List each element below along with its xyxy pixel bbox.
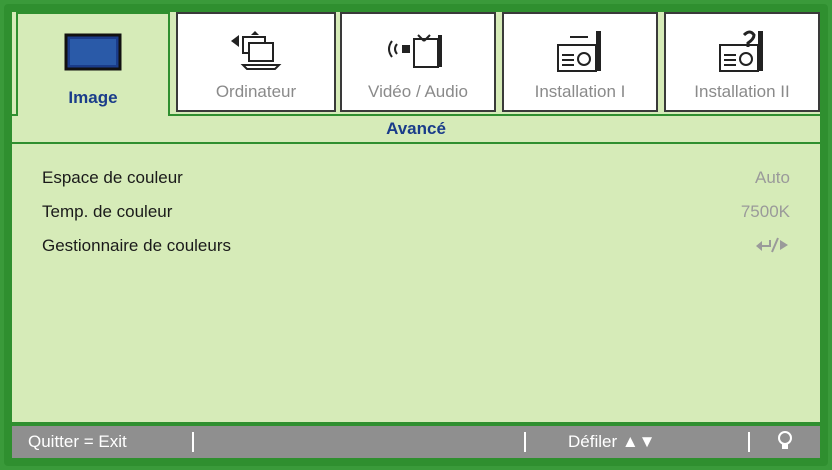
tab-label: Installation I <box>534 82 626 101</box>
setting-label: Gestionnaire de couleurs <box>42 236 232 255</box>
computer-icon <box>231 31 282 70</box>
tab-label: Ordinateur <box>215 82 297 101</box>
setting-value: Auto <box>755 168 790 187</box>
separator <box>748 432 750 452</box>
setting-temp-couleur[interactable]: Temp. de couleur 7500K <box>42 198 794 226</box>
lightbulb-icon[interactable] <box>776 430 794 457</box>
tab-label: Installation II <box>694 82 790 101</box>
footer-bar: Quitter = Exit Défiler ▲▼ <box>12 426 820 458</box>
exit-hint: Quitter = Exit <box>28 432 127 451</box>
tab-label: Image <box>68 88 118 107</box>
separator <box>192 432 194 452</box>
monitor-icon <box>64 33 122 71</box>
setting-value: 7500K <box>740 202 790 221</box>
tab-installation-2[interactable]: Installation II <box>664 12 820 112</box>
setting-label: Espace de couleur <box>42 168 183 187</box>
tab-image[interactable]: Image <box>16 12 170 116</box>
setting-espace-couleur[interactable]: Espace de couleur Auto <box>42 164 794 192</box>
scroll-hint: Défiler ▲▼ <box>568 432 656 451</box>
projector-icon <box>557 31 601 72</box>
tab-video-audio[interactable]: Vidéo / Audio <box>340 12 496 112</box>
tab-label: Vidéo / Audio <box>368 82 468 101</box>
submenu-bar: Avancé <box>12 114 820 144</box>
tab-ordinateur[interactable]: Ordinateur <box>176 12 336 112</box>
tab-installation-1[interactable]: Installation I <box>502 12 658 112</box>
submenu-title: Avancé <box>386 119 446 138</box>
enter-arrow-icon <box>754 236 790 259</box>
setting-gestionnaire-couleurs[interactable]: Gestionnaire de couleurs <box>42 232 794 260</box>
separator <box>524 432 526 452</box>
projector-2-icon <box>719 30 763 72</box>
video-audio-icon <box>388 34 442 68</box>
setting-label: Temp. de couleur <box>42 202 173 221</box>
